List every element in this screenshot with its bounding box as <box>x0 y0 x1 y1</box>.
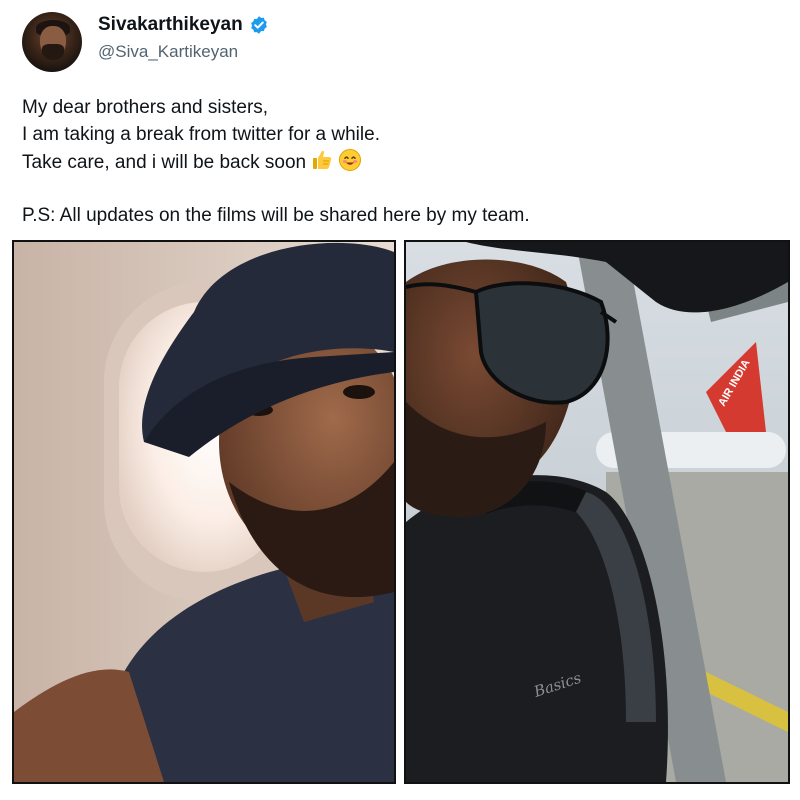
handle[interactable]: @Siva_Kartikeyan <box>98 42 238 62</box>
avatar[interactable] <box>22 12 82 72</box>
tweet-line-1: My dear brothers and sisters, <box>22 97 269 118</box>
media-photo-left[interactable] <box>12 240 396 784</box>
display-name[interactable]: Sivakarthikeyan <box>98 14 243 36</box>
media-photo-right[interactable]: AIR INDIA Basics <box>404 240 790 784</box>
selfie-airplane-image <box>14 242 394 782</box>
tweet-line-2: I am taking a break from twitter for a w… <box>22 124 380 145</box>
tweet-text: My dear brothers and sisters, I am takin… <box>22 94 530 229</box>
smiling-face-icon <box>339 149 362 171</box>
tweet-line-3: Take care, and i will be back soon <box>22 148 530 176</box>
selfie-airport-image: AIR INDIA Basics <box>406 242 788 782</box>
tweet-ps-line: P.S: All updates on the films will be sh… <box>22 205 530 226</box>
thumbs-up-icon <box>313 150 332 169</box>
author-name-row: Sivakarthikeyan <box>98 14 269 36</box>
verified-badge-icon <box>250 16 267 34</box>
